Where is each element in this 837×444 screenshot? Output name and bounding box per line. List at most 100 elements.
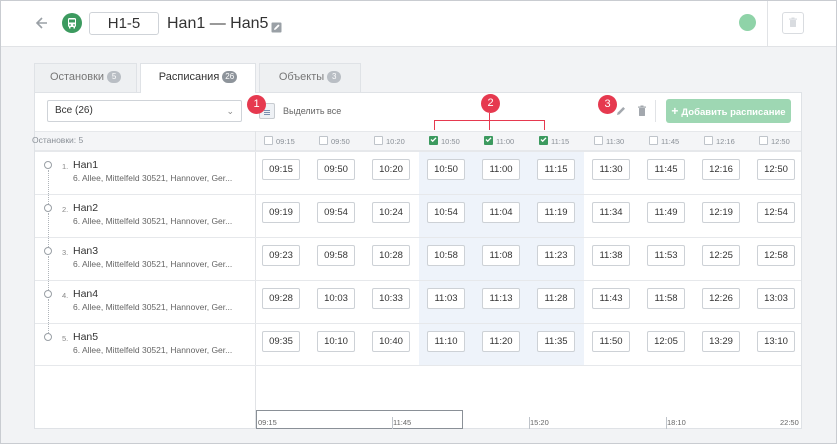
column-checkbox[interactable] (374, 136, 383, 145)
timeline-label: 18:10 (667, 418, 686, 427)
time-cell[interactable]: 09:35 (262, 331, 300, 352)
time-cell[interactable]: 12:25 (702, 245, 740, 266)
timeline-label: 09:15 (258, 418, 277, 427)
stop-name: Han3 (73, 245, 99, 257)
column-checkbox[interactable] (649, 136, 658, 145)
column-checkbox[interactable] (429, 136, 438, 145)
time-cell[interactable]: 12:54 (757, 202, 795, 223)
time-cell[interactable]: 11:28 (537, 288, 575, 309)
column-header[interactable]: 11:15 (539, 136, 569, 147)
time-cell[interactable]: 12:19 (702, 202, 740, 223)
time-cell[interactable]: 11:20 (482, 331, 520, 352)
edit-icon[interactable] (271, 20, 282, 33)
tab-objects[interactable]: Объекты 3 (259, 63, 361, 92)
column-time-label: 09:50 (331, 137, 350, 146)
time-cell[interactable]: 09:19 (262, 202, 300, 223)
delete-route-button[interactable] (782, 12, 804, 34)
stops-count-label: Остановки: 5 (32, 135, 84, 145)
time-cell[interactable]: 13:10 (757, 331, 795, 352)
time-cell[interactable]: 11:38 (592, 245, 630, 266)
column-header[interactable]: 12:16 (704, 136, 735, 147)
time-cell[interactable]: 09:54 (317, 202, 355, 223)
time-cell[interactable]: 09:28 (262, 288, 300, 309)
time-cell[interactable]: 10:20 (372, 159, 410, 180)
time-cell[interactable]: 10:50 (427, 159, 465, 180)
add-schedule-label: Добавить расписание (681, 107, 786, 118)
column-header[interactable]: 11:45 (649, 136, 679, 147)
time-cell[interactable]: 11:49 (647, 202, 685, 223)
column-checkbox[interactable] (704, 136, 713, 145)
column-header[interactable]: 11:30 (594, 136, 624, 147)
time-cell[interactable]: 13:29 (702, 331, 740, 352)
column-checkbox[interactable] (539, 136, 548, 145)
column-header[interactable]: 10:20 (374, 136, 405, 147)
schedule-filter-select[interactable]: Все (26) ⌄ (47, 100, 242, 122)
stop-number: 3. (62, 248, 69, 257)
column-checkbox[interactable] (319, 136, 328, 145)
column-header[interactable]: 11:00 (484, 136, 514, 147)
time-cell[interactable]: 10:10 (317, 331, 355, 352)
header-divider (767, 1, 768, 46)
column-header[interactable]: 09:15 (264, 136, 295, 147)
time-cell[interactable]: 11:35 (537, 331, 575, 352)
route-code-field[interactable]: H1-5 (89, 12, 159, 35)
column-header[interactable]: 12:50 (759, 136, 790, 147)
time-cell[interactable]: 09:23 (262, 245, 300, 266)
time-cell[interactable]: 11:30 (592, 159, 630, 180)
add-schedule-button[interactable]: + Добавить расписание (666, 99, 791, 123)
stop-address: 6. Allee, Mittelfeld 30521, Hannover, Ge… (73, 173, 233, 183)
time-cell[interactable]: 12:05 (647, 331, 685, 352)
time-cell[interactable]: 10:40 (372, 331, 410, 352)
time-cell[interactable]: 11:45 (647, 159, 685, 180)
time-cell[interactable]: 11:50 (592, 331, 630, 352)
column-time-label: 10:50 (441, 137, 460, 146)
time-cell[interactable]: 11:13 (482, 288, 520, 309)
time-cell[interactable]: 11:15 (537, 159, 575, 180)
tab-stops[interactable]: Остановки 5 (34, 63, 137, 92)
time-cell[interactable]: 10:33 (372, 288, 410, 309)
trash-icon[interactable] (637, 104, 647, 116)
time-cell[interactable]: 11:23 (537, 245, 575, 266)
grid-header (35, 131, 801, 151)
time-cell[interactable]: 11:58 (647, 288, 685, 309)
time-cell[interactable]: 09:50 (317, 159, 355, 180)
time-cell[interactable]: 11:19 (537, 202, 575, 223)
time-cell[interactable]: 11:10 (427, 331, 465, 352)
column-checkbox[interactable] (759, 136, 768, 145)
time-cell[interactable]: 11:43 (592, 288, 630, 309)
column-header[interactable]: 09:50 (319, 136, 350, 147)
time-cell[interactable]: 11:08 (482, 245, 520, 266)
time-cell[interactable]: 10:58 (427, 245, 465, 266)
stop-number: 4. (62, 291, 69, 300)
toolbar-divider (655, 100, 656, 122)
time-cell[interactable]: 13:03 (757, 288, 795, 309)
time-cell[interactable]: 12:16 (702, 159, 740, 180)
stop-number: 5. (62, 334, 69, 343)
time-cell[interactable]: 12:26 (702, 288, 740, 309)
time-cell[interactable]: 10:03 (317, 288, 355, 309)
timeline-range-window[interactable] (256, 410, 463, 429)
timeline-label: 15:20 (530, 418, 549, 427)
time-cell[interactable]: 11:04 (482, 202, 520, 223)
time-cell[interactable]: 11:34 (592, 202, 630, 223)
column-checkbox[interactable] (484, 136, 493, 145)
time-cell[interactable]: 11:00 (482, 159, 520, 180)
column-checkbox[interactable] (264, 136, 273, 145)
tab-count-badge: 5 (107, 71, 122, 83)
time-cell[interactable]: 11:03 (427, 288, 465, 309)
select-all-label[interactable]: Выделить все (283, 106, 341, 116)
column-checkbox[interactable] (594, 136, 603, 145)
chevron-down-icon: ⌄ (226, 106, 234, 116)
column-header[interactable]: 10:50 (429, 136, 460, 147)
time-cell[interactable]: 10:24 (372, 202, 410, 223)
back-arrow-icon[interactable] (34, 14, 50, 32)
time-cell[interactable]: 09:15 (262, 159, 300, 180)
tab-schedules[interactable]: Расписания 26 (140, 63, 256, 93)
time-cell[interactable]: 10:28 (372, 245, 410, 266)
time-cell[interactable]: 12:50 (757, 159, 795, 180)
time-cell[interactable]: 11:53 (647, 245, 685, 266)
time-cell[interactable]: 09:58 (317, 245, 355, 266)
column-time-label: 09:15 (276, 137, 295, 146)
time-cell[interactable]: 12:58 (757, 245, 795, 266)
time-cell[interactable]: 10:54 (427, 202, 465, 223)
